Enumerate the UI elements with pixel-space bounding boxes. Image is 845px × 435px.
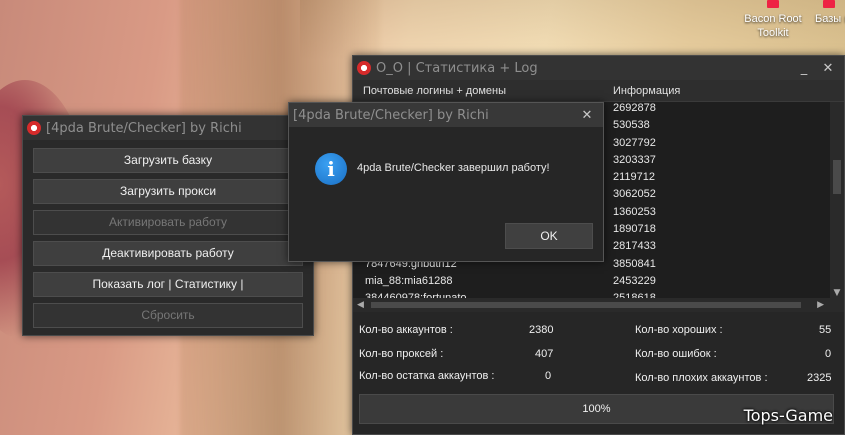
info-cell: 3027792 [613,136,656,149]
dialog-title-bar[interactable]: [4pda Brute/Checker] by Richi ✕ [289,103,603,127]
deactivate-button[interactable]: Деактивировать работу [33,241,303,266]
accounts-label: Кол-во аккаунтов : [359,324,453,336]
info-cell: 3062052 [613,188,656,201]
dialog-message: 4pda Brute/Checker завершил работу! [357,162,550,174]
info-cell: 2692878 [613,102,656,114]
info-icon: i [315,153,347,185]
proxies-label: Кол-во проксей : [359,348,444,360]
info-cell: 1360253 [613,205,656,218]
window-title: O_O | Статистика + Log [376,60,538,76]
table-row[interactable]: mia_88:mia61288 2453229 [353,275,844,292]
horizontal-scrollbar[interactable]: ◀ ▶ [353,298,844,312]
dialog-body: i 4pda Brute/Checker завершил работу! OK [289,127,603,261]
watermark: Tops-Game [743,406,833,425]
ok-button[interactable]: OK [505,223,593,249]
accounts-value: 2380 [529,324,554,336]
proxies-value: 407 [535,348,554,360]
table-header: Почтовые логины + домены Информация [353,80,844,102]
column-logins[interactable]: Почтовые логины + домены [353,80,603,101]
info-cell: 2119712 [613,171,656,184]
desktop-icon-bazy[interactable]: Базы про [815,0,845,26]
login-cell: mia_88:mia61288 [365,274,453,287]
stats-panel: Кол-во аккаунтов : 2380 Кол-во проксей :… [353,312,844,387]
scroll-down-icon[interactable]: ▼ [830,286,844,298]
completion-dialog: [4pda Brute/Checker] by Richi ✕ i 4pda B… [288,102,604,262]
desktop-icon-bacon-root-toolkit[interactable]: Bacon Root Toolkit [738,0,808,40]
reset-button[interactable]: Сбросить [33,303,303,328]
info-cell: 3203337 [613,153,656,166]
info-cell: 3850841 [613,257,656,270]
info-cell: 1890718 [613,223,656,236]
desktop-icon-label: Базы про [815,13,845,25]
desktop-icon-label: Bacon Root Toolkit [744,13,802,39]
remaining-label: Кол-во остатка аккаунтов : [359,370,495,382]
errors-value: 0 [825,348,832,360]
title-bar[interactable]: [4pda Brute/Checker] by Richi _ [23,116,313,140]
dialog-title: [4pda Brute/Checker] by Richi [293,107,489,123]
remaining-value: 0 [545,370,552,382]
close-icon[interactable]: ✕ [575,105,599,125]
scroll-thumb[interactable] [833,160,841,194]
scroll-right-icon[interactable]: ▶ [817,298,824,312]
bad-label: Кол-во плохих аккаунтов : [635,372,768,384]
good-value: 55 [819,324,832,336]
title-bar[interactable]: O_O | Статистика + Log _ ✕ [353,56,844,80]
good-label: Кол-во хороших : [635,324,723,336]
window-title: [4pda Brute/Checker] by Richi [46,120,242,136]
info-cell: 2817433 [613,240,656,253]
errors-label: Кол-во ошибок : [635,348,717,360]
column-info[interactable]: Информация [603,80,844,101]
info-cell: 530538 [613,119,650,132]
vertical-scrollbar[interactable]: ▲ ▼ [830,102,844,298]
scroll-thumb[interactable] [371,302,801,308]
load-base-button[interactable]: Загрузить базку [33,148,303,173]
scroll-left-icon[interactable]: ◀ [357,298,364,312]
show-log-button[interactable]: Показать лог | Статистику | [33,272,303,297]
shortcut-icon [823,0,835,8]
close-icon[interactable]: ✕ [816,58,840,78]
minimize-button[interactable]: _ [792,58,816,78]
bad-value: 2325 [807,372,832,384]
info-cell: 2453229 [613,274,656,287]
load-proxy-button[interactable]: Загрузить прокси [33,179,303,204]
shortcut-icon [767,0,779,8]
brute-checker-window: [4pda Brute/Checker] by Richi _ Загрузит… [22,115,314,336]
app-logo-icon [27,121,41,135]
activate-button[interactable]: Активировать работу [33,210,303,235]
app-logo-icon [357,61,371,75]
action-buttons: Загрузить базку Загрузить прокси Активир… [23,140,313,342]
